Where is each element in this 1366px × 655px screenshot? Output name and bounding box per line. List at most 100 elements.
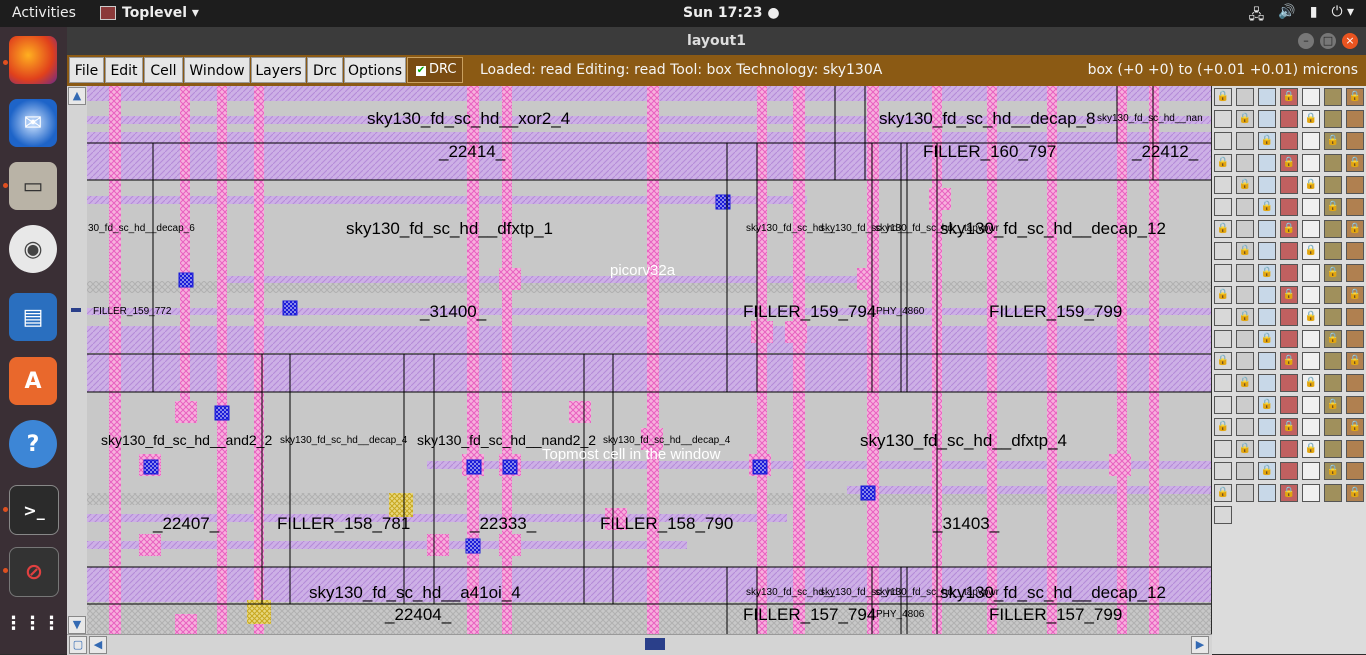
help-icon[interactable]: ? [9, 420, 57, 468]
layer-swatch[interactable] [1236, 220, 1254, 238]
scroll-right-icon[interactable]: ▶ [1191, 636, 1209, 654]
menu-options[interactable]: Options [344, 57, 406, 83]
layer-swatch[interactable]: 🔒 [1280, 88, 1298, 106]
layer-swatch[interactable] [1324, 220, 1342, 238]
layer-swatch[interactable] [1302, 330, 1320, 348]
menu-window[interactable]: Window [184, 57, 250, 83]
layer-swatch[interactable] [1280, 440, 1298, 458]
maximize-button[interactable]: □ [1320, 33, 1336, 49]
layer-swatch[interactable]: 🔒 [1324, 396, 1342, 414]
layer-swatch[interactable]: 🔒 [1258, 330, 1276, 348]
layer-swatch[interactable] [1346, 374, 1364, 392]
layer-swatch[interactable]: 🔒 [1346, 88, 1364, 106]
layer-swatch[interactable] [1324, 374, 1342, 392]
layer-swatch[interactable]: 🔒 [1280, 286, 1298, 304]
layer-swatch[interactable] [1258, 176, 1276, 194]
layer-swatch[interactable] [1302, 264, 1320, 282]
layer-swatch[interactable] [1324, 88, 1342, 106]
layer-swatch[interactable] [1302, 484, 1320, 502]
writer-icon[interactable]: ▤ [9, 293, 57, 341]
layer-swatch[interactable] [1302, 154, 1320, 172]
layer-swatch[interactable]: 🔒 [1280, 352, 1298, 370]
layout-drawing[interactable]: sky130_fd_sc_hd__xor2_4 sky130_fd_sc_hd_… [87, 86, 1211, 634]
layer-swatch[interactable] [1302, 220, 1320, 238]
layer-swatch[interactable]: 🔒 [1346, 286, 1364, 304]
menu-file[interactable]: File [69, 57, 104, 83]
layer-swatch[interactable]: 🔒 [1302, 308, 1320, 326]
layer-swatch[interactable]: 🔒 [1280, 418, 1298, 436]
layer-swatch[interactable] [1346, 198, 1364, 216]
layer-swatch[interactable]: 🔒 [1214, 220, 1232, 238]
battery-icon[interactable]: ▮ [1310, 4, 1318, 28]
layer-swatch[interactable] [1324, 418, 1342, 436]
layer-swatch[interactable] [1214, 308, 1232, 326]
layer-swatch[interactable] [1280, 308, 1298, 326]
layer-swatch[interactable] [1236, 396, 1254, 414]
layer-swatch[interactable] [1302, 352, 1320, 370]
clock[interactable]: Sun 17:23 ● [683, 5, 780, 21]
layer-swatch[interactable] [1280, 374, 1298, 392]
layer-swatch[interactable] [1302, 396, 1320, 414]
scroll-down-icon[interactable]: ▼ [68, 616, 86, 634]
layer-swatch[interactable] [1258, 440, 1276, 458]
layer-swatch[interactable] [1214, 264, 1232, 282]
layer-swatch[interactable]: 🔒 [1302, 242, 1320, 260]
layer-swatch[interactable] [1236, 154, 1254, 172]
scroll-up-icon[interactable]: ▲ [68, 87, 86, 105]
layer-swatch[interactable]: 🔒 [1236, 110, 1254, 128]
files-icon[interactable]: ▭ [9, 162, 57, 210]
layer-swatch[interactable] [1346, 440, 1364, 458]
layer-swatch[interactable]: 🔒 [1280, 220, 1298, 238]
scroll-corner-icon[interactable]: ▢ [69, 636, 87, 654]
layer-swatch[interactable]: 🔒 [1236, 176, 1254, 194]
layer-swatch[interactable]: 🔒 [1302, 176, 1320, 194]
layer-swatch[interactable] [1214, 506, 1232, 524]
layer-swatch[interactable] [1258, 352, 1276, 370]
volume-icon[interactable]: 🔊 [1278, 4, 1295, 28]
layer-swatch[interactable]: 🔒 [1214, 418, 1232, 436]
vertical-scroll-thumb[interactable] [71, 308, 81, 312]
layer-swatch[interactable] [1258, 154, 1276, 172]
layer-swatch[interactable] [1258, 308, 1276, 326]
layer-swatch[interactable]: 🔒 [1324, 264, 1342, 282]
layer-swatch[interactable]: 🔒 [1258, 264, 1276, 282]
layer-swatch[interactable] [1258, 220, 1276, 238]
thunderbird-icon[interactable]: ✉ [9, 99, 57, 147]
layer-swatch[interactable] [1324, 242, 1342, 260]
layer-swatch[interactable] [1346, 462, 1364, 480]
layer-swatch[interactable]: 🔒 [1214, 352, 1232, 370]
menu-edit[interactable]: Edit [105, 57, 143, 83]
layer-swatch[interactable] [1346, 176, 1364, 194]
horizontal-scroll-thumb[interactable] [645, 638, 665, 650]
layer-swatch[interactable] [1324, 484, 1342, 502]
layer-swatch[interactable]: 🔒 [1302, 374, 1320, 392]
system-tray[interactable]: 🖧 🔊 ▮ ⏻ ▾ [1249, 4, 1354, 28]
minimize-button[interactable]: – [1298, 33, 1314, 49]
activities-button[interactable]: Activities [12, 5, 76, 21]
close-button[interactable]: × [1342, 33, 1358, 49]
layer-swatch[interactable] [1214, 440, 1232, 458]
window-titlebar[interactable]: layout1 – □ × [67, 27, 1366, 55]
layer-swatch[interactable] [1346, 330, 1364, 348]
layer-swatch[interactable] [1214, 110, 1232, 128]
rhythmbox-icon[interactable]: ◉ [9, 225, 57, 273]
layer-swatch[interactable]: 🔒 [1346, 154, 1364, 172]
layer-swatch[interactable]: 🔒 [1258, 462, 1276, 480]
layer-swatch[interactable] [1346, 132, 1364, 150]
layer-swatch[interactable] [1236, 352, 1254, 370]
layer-swatch[interactable]: 🔒 [1302, 440, 1320, 458]
layer-swatch[interactable] [1258, 418, 1276, 436]
layer-swatch[interactable] [1280, 242, 1298, 260]
layer-swatch[interactable] [1324, 110, 1342, 128]
layer-swatch[interactable]: 🔒 [1258, 132, 1276, 150]
layer-swatch[interactable]: 🔒 [1346, 418, 1364, 436]
layer-swatch[interactable]: 🔒 [1280, 154, 1298, 172]
layer-swatch[interactable] [1280, 132, 1298, 150]
layer-swatch[interactable]: 🔒 [1236, 242, 1254, 260]
layer-swatch[interactable] [1214, 374, 1232, 392]
layer-swatch[interactable] [1302, 198, 1320, 216]
layer-swatch[interactable] [1214, 132, 1232, 150]
layer-swatch[interactable] [1214, 396, 1232, 414]
app-menu[interactable]: Toplevel ▾ [100, 5, 199, 21]
layer-swatch[interactable] [1236, 330, 1254, 348]
